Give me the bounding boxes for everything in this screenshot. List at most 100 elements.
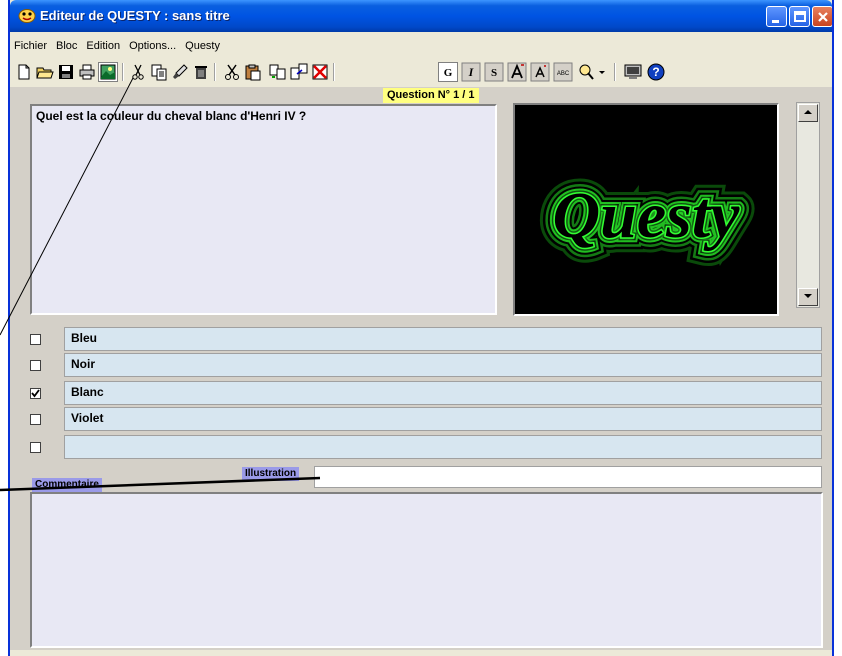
question-number-badge: Question N° 1 / 1: [383, 88, 479, 103]
cut-block-button[interactable]: [222, 62, 242, 82]
bold-button[interactable]: G: [438, 62, 458, 82]
toolbar-divider: [214, 63, 216, 81]
spell-check-button[interactable]: ABC: [553, 62, 573, 82]
scissors-icon: [132, 64, 144, 80]
font-larger-button[interactable]: [507, 62, 527, 82]
copy-block-button[interactable]: [268, 62, 288, 82]
answer-field[interactable]: Bleu: [64, 327, 822, 351]
maximize-button[interactable]: [789, 6, 810, 27]
answer-checkbox-checked[interactable]: [30, 388, 41, 399]
scroll-up-button[interactable]: [798, 104, 818, 122]
italic-icon: I: [461, 62, 481, 82]
copy-button[interactable]: [149, 62, 169, 82]
bold-icon: G: [444, 67, 453, 79]
arrow-up-icon: [804, 110, 812, 114]
menu-bar: Fichier Bloc Edition Options... Questy: [10, 37, 832, 55]
questy-logo-image: Questy Questy Questy Questy Questy Quest…: [538, 164, 756, 267]
move-block-button[interactable]: [289, 62, 309, 82]
minimize-icon: [772, 20, 779, 23]
spell-check-icon: ABC: [553, 62, 573, 82]
save-button[interactable]: [56, 62, 76, 82]
format-brush-button[interactable]: [170, 62, 190, 82]
new-file-button[interactable]: [14, 62, 34, 82]
arrow-down-icon: [804, 294, 812, 298]
main-window: Editeur de QUESTY : sans titre Fichier Bl…: [8, 0, 834, 656]
font-smaller-button[interactable]: [530, 62, 550, 82]
answer-row: Noir: [22, 352, 822, 377]
bold-glyph: G: [444, 67, 453, 79]
svg-text:Questy: Questy: [553, 179, 741, 252]
window-title: Editeur de QUESTY : sans titre: [40, 8, 230, 23]
commentaire-tab[interactable]: Commentaire: [32, 478, 102, 492]
brush-icon: [173, 64, 188, 79]
svg-text:?: ?: [652, 65, 659, 79]
spell-check-glyph: ABC: [557, 71, 570, 77]
maximize-icon: [794, 11, 806, 22]
question-text: Quel est la couleur du cheval blanc d'He…: [36, 109, 307, 123]
cut-button[interactable]: [128, 62, 148, 82]
scissors-icon: [225, 64, 239, 80]
help-icon: ?: [647, 63, 665, 81]
preview-button[interactable]: [623, 62, 643, 82]
paste-button[interactable]: [243, 62, 263, 82]
answer-checkbox[interactable]: [30, 442, 41, 453]
close-button[interactable]: [812, 6, 832, 27]
illustration-tab[interactable]: Illustration: [242, 467, 300, 481]
illustration-field[interactable]: [314, 466, 822, 488]
answer-row: Blanc: [22, 380, 822, 405]
close-icon: [818, 12, 828, 22]
answer-field[interactable]: Violet: [64, 407, 822, 431]
answer-checkbox[interactable]: [30, 360, 41, 371]
strike-button[interactable]: S: [484, 62, 504, 82]
answer-checkbox[interactable]: [30, 414, 41, 425]
title-bar[interactable]: Editeur de QUESTY : sans titre: [10, 0, 832, 32]
menu-edition[interactable]: Edition: [82, 37, 125, 55]
answer-field[interactable]: Blanc: [64, 381, 822, 405]
find-button[interactable]: [576, 62, 596, 82]
toolbar-divider: [614, 63, 616, 81]
find-dropdown[interactable]: [596, 62, 608, 82]
strike-icon: S: [484, 62, 504, 82]
question-image[interactable]: Questy Questy Questy Questy Questy Quest…: [513, 103, 779, 316]
open-file-button[interactable]: [35, 62, 55, 82]
scroll-down-button[interactable]: [798, 288, 818, 306]
delete-block-button[interactable]: [310, 62, 330, 82]
answer-row: Violet: [22, 406, 822, 431]
help-button[interactable]: ?: [646, 62, 666, 82]
open-folder-icon: [36, 67, 54, 79]
toolbar: G I S ABC ?: [10, 57, 832, 87]
toolbar-divider: [122, 63, 124, 81]
image-icon: [100, 64, 116, 80]
printer-icon: [79, 64, 95, 80]
delete-button[interactable]: [191, 62, 211, 82]
menu-options[interactable]: Options...: [125, 37, 181, 55]
copy-block-icon: [269, 64, 286, 80]
strike-glyph: S: [491, 67, 497, 79]
monitor-icon: [624, 64, 642, 79]
checkmark-icon: [31, 389, 40, 398]
move-block-icon: [290, 63, 308, 80]
answer-checkbox[interactable]: [30, 334, 41, 345]
delete-red-x-icon: [312, 64, 328, 80]
menu-fichier[interactable]: Fichier: [10, 37, 52, 55]
answer-row: [22, 434, 822, 459]
minimize-button[interactable]: [766, 6, 787, 27]
print-button[interactable]: [77, 62, 97, 82]
toolbar-divider: [333, 63, 335, 81]
question-scrollbar[interactable]: [796, 102, 820, 308]
new-file-icon: [18, 64, 30, 80]
menu-questy[interactable]: Questy: [181, 37, 225, 55]
chevron-down-icon: [599, 71, 605, 74]
question-text-area[interactable]: Quel est la couleur du cheval blanc d'He…: [30, 104, 497, 315]
italic-button[interactable]: I: [461, 62, 481, 82]
trash-icon: [195, 66, 207, 79]
answer-field[interactable]: Noir: [64, 353, 822, 377]
answer-field[interactable]: [64, 435, 822, 459]
comment-text-area[interactable]: [30, 492, 823, 648]
menu-bloc[interactable]: Bloc: [52, 37, 82, 55]
magnifier-icon: [579, 64, 594, 80]
copy-icon: [151, 64, 167, 81]
clipboard-icon: [245, 64, 261, 81]
insert-image-button[interactable]: [98, 62, 118, 82]
font-size-down-icon: [530, 62, 550, 82]
